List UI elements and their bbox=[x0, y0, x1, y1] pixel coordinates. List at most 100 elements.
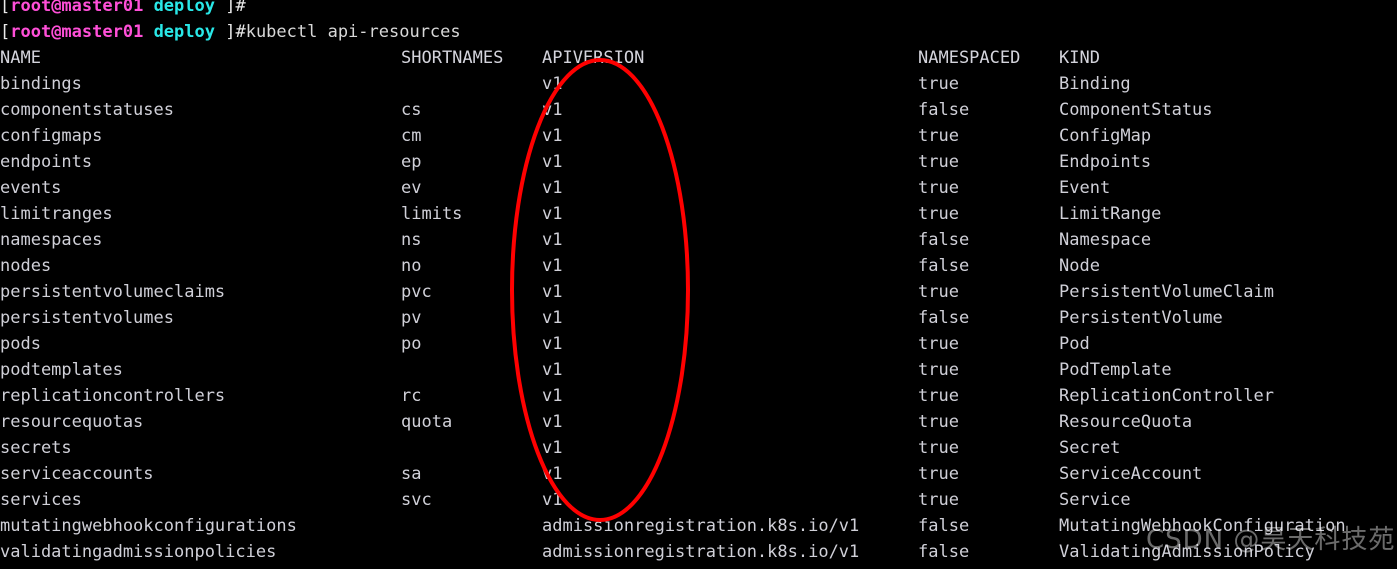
cell-name: events bbox=[0, 178, 62, 198]
cell-name: limitranges bbox=[0, 204, 113, 224]
table-row: endpoints ep v1 true Endpoints bbox=[0, 149, 1397, 175]
cell-kind: ServiceAccount bbox=[1059, 464, 1203, 484]
cell-shortnames: ev bbox=[401, 178, 422, 198]
cell-name: serviceaccounts bbox=[0, 464, 154, 484]
cell-shortnames: ns bbox=[401, 230, 422, 250]
table-row: podtemplates v1 true PodTemplate bbox=[0, 357, 1397, 383]
cell-name: configmaps bbox=[0, 126, 103, 146]
cell-shortnames: quota bbox=[401, 412, 453, 432]
cell-namespaced: true bbox=[918, 126, 959, 146]
cell-kind: MutatingWebhookConfiguration bbox=[1059, 516, 1346, 536]
terminal-window[interactable]: [ root@master01 deploy ]# [root@master01 … bbox=[0, 0, 1397, 569]
cell-kind: Service bbox=[1059, 490, 1131, 510]
cell-shortnames: po bbox=[401, 334, 422, 354]
cell-shortnames: sa bbox=[401, 464, 422, 484]
cell-apiversion: v1 bbox=[542, 360, 563, 380]
table-row: resourcequotas quota v1 true ResourceQuota bbox=[0, 409, 1397, 435]
prompt-user-host: root@master01 bbox=[10, 0, 144, 16]
table-row: events ev v1 true Event bbox=[0, 175, 1397, 201]
cell-name: namespaces bbox=[0, 230, 103, 250]
cell-namespaced: false bbox=[918, 308, 970, 328]
cell-namespaced: true bbox=[918, 178, 959, 198]
column-header-shortnames: SHORTNAMES bbox=[401, 48, 504, 68]
cell-kind: ComponentStatus bbox=[1059, 100, 1213, 120]
cell-apiversion: v1 bbox=[542, 386, 563, 406]
cell-namespaced: false bbox=[918, 256, 970, 276]
cell-namespaced: true bbox=[918, 152, 959, 172]
cell-apiversion: v1 bbox=[542, 334, 563, 354]
table-row: pods po v1 true Pod bbox=[0, 331, 1397, 357]
table-row: validatingadmissionpolicybindings admissi… bbox=[0, 565, 1397, 569]
cell-shortnames: cs bbox=[401, 100, 422, 120]
prompt-space-2 bbox=[143, 22, 153, 42]
table-row: mutatingwebhookconfigurations admissionre… bbox=[0, 513, 1397, 539]
cell-kind: Pod bbox=[1059, 334, 1090, 354]
cell-kind: ValidatingAdmissionPolicy bbox=[1059, 542, 1315, 562]
cell-kind: Secret bbox=[1059, 438, 1121, 458]
table-row: namespaces ns v1 false Namespace bbox=[0, 227, 1397, 253]
cell-apiversion: v1 bbox=[542, 100, 563, 120]
cell-name: validatingadmissionpolicybindings bbox=[0, 565, 338, 569]
cell-apiversion: v1 bbox=[542, 282, 563, 302]
cell-name: services bbox=[0, 490, 82, 510]
table-row: limitranges limits v1 true LimitRange bbox=[0, 201, 1397, 227]
cell-name: componentstatuses bbox=[0, 100, 174, 120]
cell-namespaced: true bbox=[918, 282, 959, 302]
prompt-open-bracket-2: [ bbox=[0, 22, 11, 42]
cell-name: podtemplates bbox=[0, 360, 123, 380]
table-row: secrets v1 true Secret bbox=[0, 435, 1397, 461]
cell-kind: Namespace bbox=[1059, 230, 1152, 250]
column-header-namespaced: NAMESPACED bbox=[918, 48, 1021, 68]
cell-namespaced: true bbox=[918, 438, 959, 458]
cell-name: mutatingwebhookconfigurations bbox=[0, 516, 297, 536]
table-row: bindings v1 true Binding bbox=[0, 71, 1397, 97]
cell-shortnames: pvc bbox=[401, 282, 432, 302]
prompt-close: ]# bbox=[214, 0, 246, 16]
column-header-name: NAME bbox=[0, 48, 41, 68]
cell-kind: ResourceQuota bbox=[1059, 412, 1193, 432]
prompt-directory: deploy bbox=[153, 0, 215, 16]
table-row: replicationcontrollers rc v1 true Replicatio… bbox=[0, 383, 1397, 409]
cell-namespaced: true bbox=[918, 74, 959, 94]
cell-kind: Binding bbox=[1059, 74, 1131, 94]
cell-name: persistentvolumes bbox=[0, 308, 174, 328]
command-line[interactable]: [root@master01 deploy ]#kubectl api-reso… bbox=[0, 19, 1397, 45]
table-body: bindings v1 true Binding componentstatuses cs… bbox=[0, 71, 1397, 569]
cell-kind: PersistentVolume bbox=[1059, 308, 1223, 328]
cell-name: nodes bbox=[0, 256, 52, 276]
cell-namespaced: false bbox=[918, 230, 970, 250]
cell-namespaced: false bbox=[918, 100, 970, 120]
table-row: configmaps cm v1 true ConfigMap bbox=[0, 123, 1397, 149]
table-row: validatingadmissionpolicies admissionregi… bbox=[0, 539, 1397, 565]
cell-name: validatingadmissionpolicies bbox=[0, 542, 277, 562]
command-text: kubectl api-resources bbox=[245, 22, 461, 42]
cell-namespaced: true bbox=[918, 464, 959, 484]
cell-apiversion: v1 bbox=[542, 230, 563, 250]
column-header-apiversion: APIVERSION bbox=[542, 48, 645, 68]
cell-kind: ConfigMap bbox=[1059, 126, 1152, 146]
cell-namespaced: true bbox=[918, 490, 959, 510]
cell-apiversion: v1 bbox=[542, 74, 563, 94]
cell-apiversion: v1 bbox=[542, 152, 563, 172]
cell-shortnames: limits bbox=[401, 204, 463, 224]
cell-name: resourcequotas bbox=[0, 412, 144, 432]
cell-name: endpoints bbox=[0, 152, 93, 172]
cell-shortnames: svc bbox=[401, 490, 432, 510]
cell-apiversion: admissionregistration.k8s.io/v1 bbox=[542, 542, 860, 562]
cell-namespaced: true bbox=[918, 204, 959, 224]
cell-apiversion: v1 bbox=[542, 178, 563, 198]
cell-kind: ValidatingAdmissionPolicyBinding bbox=[1059, 565, 1387, 569]
cell-apiversion: v1 bbox=[542, 490, 563, 510]
cell-apiversion: admissionregistration.k8s.io/v1 bbox=[542, 565, 859, 569]
column-header-kind: KIND bbox=[1059, 48, 1100, 68]
cell-namespaced: true bbox=[918, 334, 959, 354]
cell-name: replicationcontrollers bbox=[0, 386, 226, 406]
cell-namespaced: true bbox=[918, 412, 959, 432]
cell-kind: ReplicationController bbox=[1059, 386, 1274, 406]
table-header-row: NAME SHORTNAMES APIVERSION NAMESPACED KI… bbox=[0, 45, 1397, 71]
cell-shortnames: pv bbox=[401, 308, 422, 328]
cell-kind: LimitRange bbox=[1059, 204, 1162, 224]
table-row: services svc v1 true Service bbox=[0, 487, 1397, 513]
table-row: serviceaccounts sa v1 true ServiceAccount bbox=[0, 461, 1397, 487]
